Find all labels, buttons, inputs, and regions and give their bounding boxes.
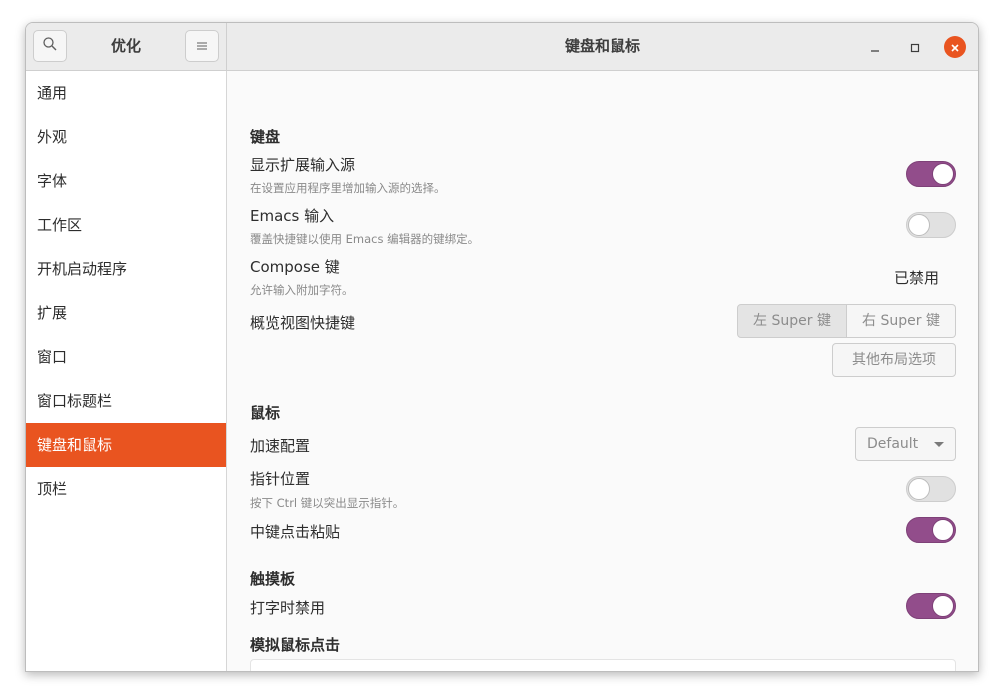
overview-shortcut-label: 概览视图快捷键 (250, 314, 356, 332)
show-extended-input-desc: 在设置应用程序里增加输入源的选择。 (250, 181, 446, 195)
search-button[interactable] (33, 30, 67, 62)
click-emulation-list: 手指 (250, 659, 956, 671)
emacs-input-switch[interactable] (906, 212, 956, 238)
disable-while-typing-switch[interactable] (906, 593, 956, 619)
other-layout-options-button[interactable]: 其他布局选项 (832, 343, 956, 377)
sidebar-item-startup-applications[interactable]: 开机启动程序 (26, 247, 226, 291)
show-extended-input-switch[interactable] (906, 161, 956, 187)
pointer-location-switch[interactable] (906, 476, 956, 502)
close-button[interactable] (944, 36, 966, 58)
sidebar-item-general[interactable]: 通用 (26, 71, 226, 115)
touchpad-section-title: 触摸板 (250, 570, 296, 588)
minimize-icon (870, 38, 880, 57)
sidebar: 通用 外观 字体 工作区 开机启动程序 扩展 窗口 窗口标题栏 键盘和鼠标 顶栏 (26, 71, 227, 671)
middle-click-paste-switch[interactable] (906, 517, 956, 543)
compose-key-value[interactable]: 已禁用 (894, 267, 939, 288)
left-super-button[interactable]: 左 Super 键 (737, 304, 847, 338)
compose-key-desc: 允许输入附加字符。 (250, 283, 354, 297)
sidebar-item-window-titlebars[interactable]: 窗口标题栏 (26, 379, 226, 423)
sidebar-title: 优化 (110, 37, 141, 55)
sidebar-item-keyboard-mouse[interactable]: 键盘和鼠标 (26, 423, 226, 467)
emacs-input-label: Emacs 输入 (250, 207, 335, 225)
sidebar-item-extensions[interactable]: 扩展 (26, 291, 226, 335)
header-bar: 优化 键盘和鼠标 (26, 23, 978, 71)
sidebar-item-fonts[interactable]: 字体 (26, 159, 226, 203)
sidebar-item-top-bar[interactable]: 顶栏 (26, 467, 226, 511)
keyboard-section-title: 键盘 (250, 128, 281, 146)
click-emulation-section-title: 模拟鼠标点击 (250, 636, 341, 654)
search-icon (42, 36, 58, 56)
mouse-section-title: 鼠标 (250, 404, 281, 422)
accel-profile-dropdown[interactable]: Default (855, 427, 956, 461)
menu-button[interactable] (185, 30, 219, 62)
sidebar-header: 优化 (26, 23, 227, 70)
sidebar-item-appearance[interactable]: 外观 (26, 115, 226, 159)
minimize-button[interactable] (864, 36, 886, 58)
close-icon (950, 38, 960, 57)
right-super-button[interactable]: 右 Super 键 (847, 304, 956, 338)
maximize-icon (910, 38, 920, 57)
emacs-input-desc: 覆盖快捷键以使用 Emacs 编辑器的键绑定。 (250, 232, 480, 246)
accel-profile-value: Default (867, 436, 919, 452)
disable-while-typing-label: 打字时禁用 (250, 599, 326, 617)
middle-click-paste-label: 中键点击粘贴 (250, 523, 341, 541)
tweaks-window: 优化 键盘和鼠标 通用 外观 字体 工作区 开机启动程序 扩展 窗口 窗口标题栏… (25, 22, 979, 672)
pointer-location-desc: 按下 Ctrl 键以突出显示指针。 (250, 496, 405, 510)
chevron-down-icon (934, 442, 944, 447)
sidebar-item-windows[interactable]: 窗口 (26, 335, 226, 379)
accel-profile-label: 加速配置 (250, 437, 311, 455)
settings-content: 键盘 显示扩展输入源 在设置应用程序里增加输入源的选择。 Emacs 输入 覆盖… (227, 71, 978, 671)
maximize-button[interactable] (904, 36, 926, 58)
hamburger-menu-icon (196, 37, 208, 56)
compose-key-label: Compose 键 (250, 258, 340, 276)
sidebar-item-workspaces[interactable]: 工作区 (26, 203, 226, 247)
pointer-location-label: 指针位置 (250, 470, 311, 488)
show-extended-input-label: 显示扩展输入源 (250, 156, 356, 174)
